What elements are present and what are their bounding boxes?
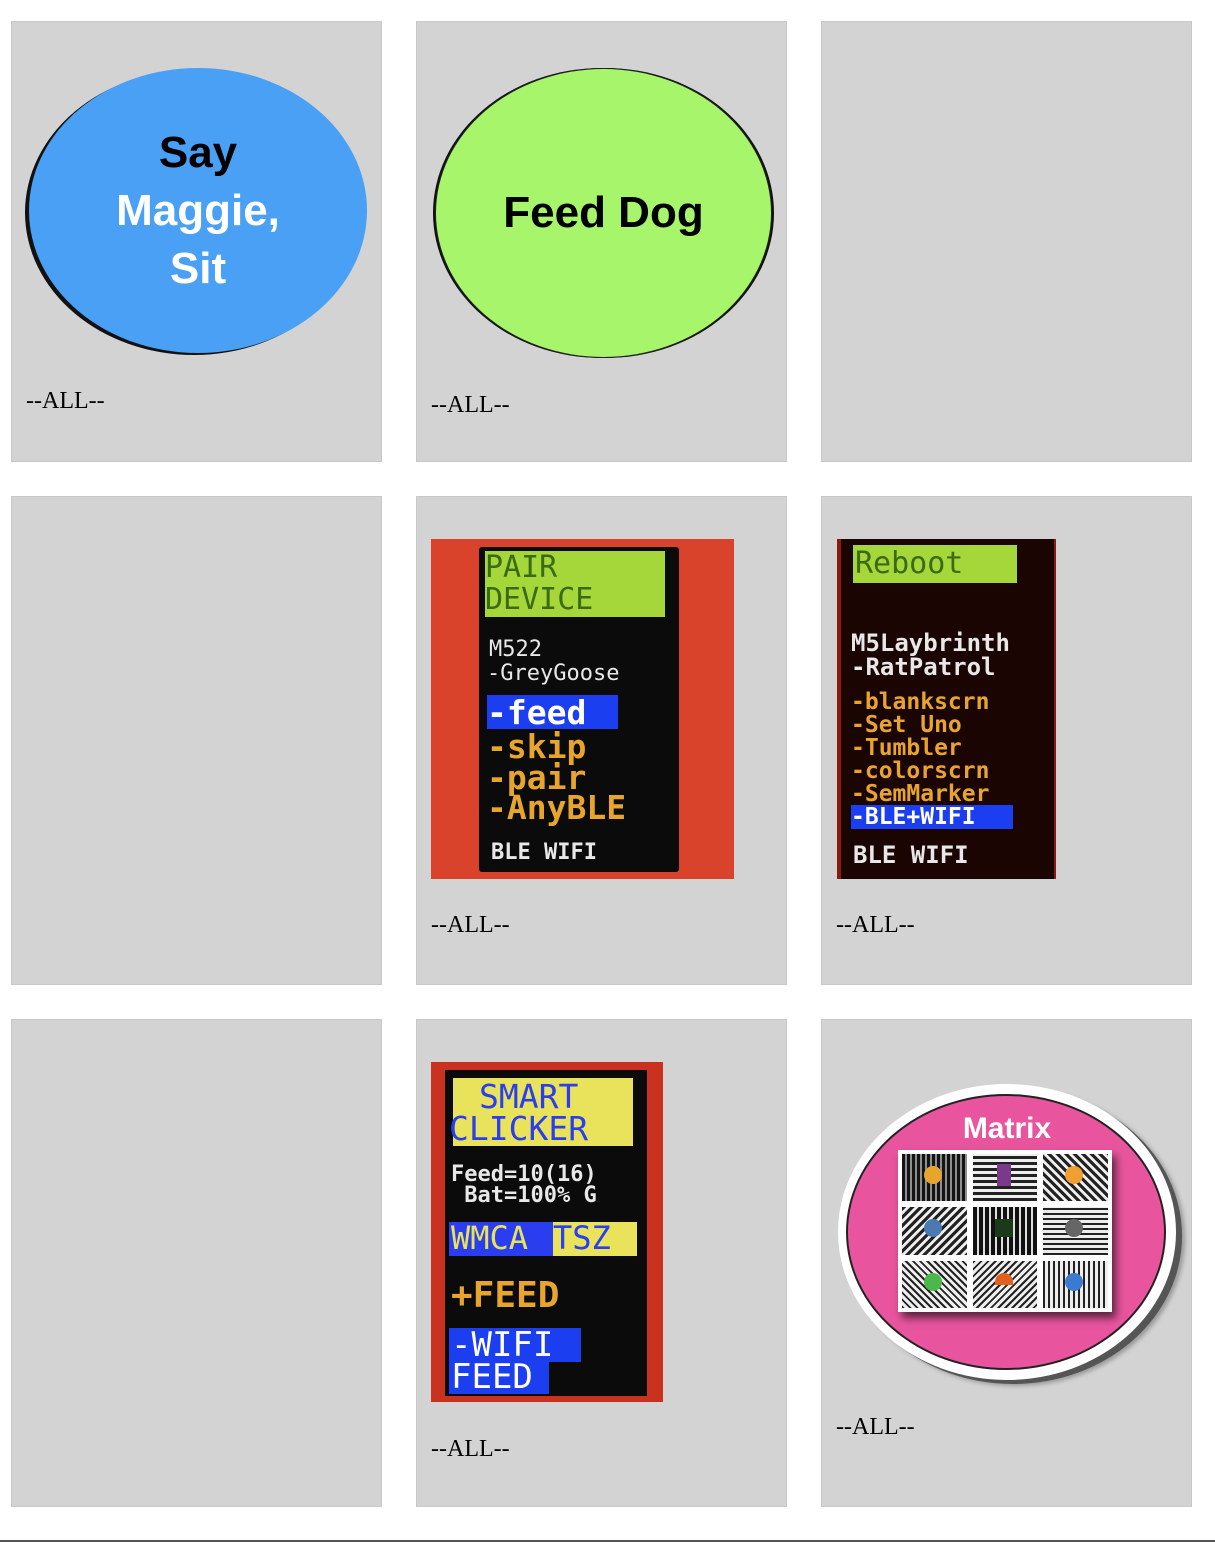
mode-a[interactable]: WMCA (451, 1222, 528, 1254)
device-name: M5Laybrinth (851, 629, 1010, 657)
matrix-button[interactable]: Matrix (838, 1084, 1176, 1380)
mode-b[interactable]: TSZ (553, 1222, 611, 1254)
menu-item-ble-wifi[interactable]: -BLE+WIFI (851, 806, 976, 829)
menu-item-blankscrn[interactable]: -blankscrn (851, 691, 989, 714)
menu-item-tumbler[interactable]: -Tumbler (851, 737, 962, 760)
device-screen: PAIR DEVICE M522 -GreyGoose -feed -skip … (479, 547, 679, 872)
matrix-title: Matrix (962, 1112, 1052, 1145)
card-empty (11, 496, 382, 985)
header-line-1: PAIR (485, 550, 558, 585)
qr-code-icon[interactable] (972, 1260, 1038, 1308)
card-matrix[interactable]: Matrix --ALL-- (821, 1019, 1192, 1507)
footer-ble-wifi: BLE WIFI (491, 840, 597, 865)
menu-item-set-uno[interactable]: -Set Uno (851, 714, 962, 737)
card-empty (821, 21, 1192, 462)
say-maggie-sit-button[interactable]: Say Maggie, Sit (29, 68, 367, 353)
menu-item-anyble[interactable]: -AnyBLE (487, 791, 626, 824)
feed-dog-button[interactable]: Feed Dog (435, 68, 772, 358)
qr-code-icon[interactable] (972, 1154, 1038, 1202)
caption: --ALL-- (836, 1414, 915, 1440)
device-screen: SMART CLICKER Feed=10(16) Bat=100% G WMC… (445, 1070, 647, 1396)
header-line-2: DEVICE (485, 582, 594, 617)
card-pair-device[interactable]: PAIR DEVICE M522 -GreyGoose -feed -skip … (416, 496, 787, 985)
maggie-label: Maggie, (116, 185, 280, 235)
status-battery: Bat=100% G (451, 1183, 597, 1208)
sit-label: Sit (169, 243, 227, 293)
qr-code-icon[interactable] (902, 1260, 967, 1308)
pair-device-photo[interactable]: PAIR DEVICE M522 -GreyGoose -feed -skip … (431, 539, 734, 879)
caption: --ALL-- (26, 388, 105, 414)
horizontal-rule (0, 1540, 1215, 1542)
menu-item-colorscrn[interactable]: -colorscrn (851, 760, 989, 783)
option-feed[interactable]: FEED (451, 1360, 533, 1394)
card-feed-dog[interactable]: Feed Dog --ALL-- (416, 21, 787, 462)
device-item: -RatPatrol (851, 653, 996, 681)
say-label: Say (158, 127, 238, 177)
menu-item-semmarker[interactable]: -SemMarker (851, 783, 989, 806)
menu-item-feed[interactable]: -feed (487, 696, 586, 729)
qr-code-icon[interactable] (1043, 1154, 1108, 1202)
qr-code-icon[interactable] (902, 1207, 967, 1255)
card-empty (11, 1019, 382, 1507)
reboot-header: Reboot (855, 546, 964, 581)
reboot-photo[interactable]: Reboot M5Laybrinth -RatPatrol -blankscrn… (837, 539, 1056, 879)
caption: --ALL-- (431, 1436, 510, 1462)
action-feed[interactable]: +FEED (451, 1278, 559, 1314)
device-name: M522 (489, 637, 542, 662)
card-reboot[interactable]: Reboot M5Laybrinth -RatPatrol -blankscrn… (821, 496, 1192, 985)
caption: --ALL-- (431, 392, 510, 418)
footer-ble-wifi: BLE WIFI (853, 841, 969, 869)
smart-clicker-photo[interactable]: SMART CLICKER Feed=10(16) Bat=100% G WMC… (431, 1062, 663, 1402)
card-smart-clicker[interactable]: SMART CLICKER Feed=10(16) Bat=100% G WMC… (416, 1019, 787, 1507)
device-item: -GreyGoose (487, 661, 620, 686)
qr-grid (898, 1150, 1112, 1312)
feed-dog-label: Feed Dog (503, 188, 704, 237)
caption: --ALL-- (836, 912, 915, 938)
qr-code-icon[interactable] (902, 1154, 967, 1202)
qr-code-icon[interactable] (972, 1207, 1038, 1255)
caption: --ALL-- (431, 912, 510, 938)
qr-code-icon[interactable] (1043, 1260, 1108, 1308)
header-clicker: CLICKER (449, 1109, 589, 1148)
card-say-maggie-sit[interactable]: Say Maggie, Sit --ALL-- (11, 21, 382, 462)
qr-code-icon[interactable] (1043, 1207, 1108, 1255)
